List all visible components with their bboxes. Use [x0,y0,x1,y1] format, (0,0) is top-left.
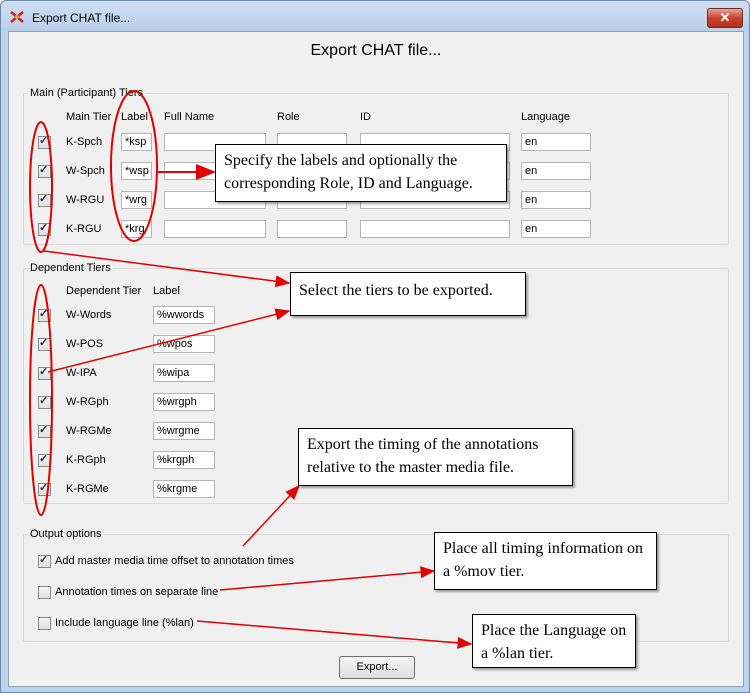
dependent-tier-checkbox[interactable] [38,452,51,467]
dependent-tier-label-field[interactable]: %wrgme [153,422,215,440]
title-bar[interactable]: Export CHAT file... ✕ [1,1,749,31]
id-field[interactable] [360,220,510,238]
tiers-callout: Select the tiers to be exported. [290,272,526,316]
main-tier-name: K-RGU [66,223,102,235]
header-dependent-tier: Dependent Tier [66,285,142,297]
language-field[interactable]: en [521,162,591,180]
time-offset-checkbox[interactable] [38,553,51,568]
dependent-tiers-group-label: Dependent Tiers [28,262,113,274]
full-name-field[interactable] [164,220,266,238]
dependent-tier-name: W-IPA [66,367,97,379]
language-field[interactable]: en [521,133,591,151]
main-tier-label-field[interactable]: *ksp [121,133,152,151]
main-tier-checkbox[interactable] [38,163,51,178]
main-tiers-group-label: Main (Participant) Tiers [28,87,146,99]
main-tier-name: K-Spch [66,136,103,148]
lan-callout: Place the Language on a %lan tier. [472,614,636,668]
dependent-tier-name: W-Words [66,309,112,321]
dependent-tier-checkbox[interactable] [38,481,51,496]
time-offset-label: Add master media time offset to annotati… [55,555,294,567]
header-id: ID [360,111,371,123]
language-field[interactable]: en [521,191,591,209]
language-line-checkbox[interactable] [38,617,51,630]
role-field[interactable] [277,220,347,238]
dependent-tier-label-field[interactable]: %wrgph [153,393,215,411]
mov-callout: Place all timing information on a %mov t… [434,532,657,590]
dependent-tier-checkbox[interactable] [38,307,51,322]
dependent-tier-name: W-RGMe [66,425,112,437]
dependent-tier-checkbox[interactable] [38,423,51,438]
dependent-tier-checkbox[interactable] [38,336,51,351]
dependent-tier-label-field[interactable]: %krgme [153,480,215,498]
timing-callout: Export the timing of the annotations rel… [298,428,573,486]
window-title: Export CHAT file... [32,11,131,25]
header-dependent-label: Label [153,285,180,297]
header-full-name: Full Name [164,111,215,123]
main-tier-checkbox[interactable] [38,192,51,207]
language-line-label: Include language line (%lan) [55,617,194,629]
dependent-tier-name: K-RGMe [66,483,109,495]
close-icon: ✕ [719,10,731,25]
dependent-tier-label-field[interactable]: %krgph [153,451,215,469]
separate-line-checkbox[interactable] [38,586,51,599]
main-tier-checkbox[interactable] [38,221,51,236]
dependent-tier-checkbox[interactable] [38,394,51,409]
export-button[interactable]: Export... [339,656,415,679]
close-button[interactable]: ✕ [707,8,743,28]
header-main-tier: Main Tier [66,111,112,123]
dependent-tier-name: K-RGph [66,454,106,466]
main-tier-label-field[interactable]: *krg [121,220,152,238]
dependent-tier-checkbox[interactable] [38,365,51,380]
dependent-tier-name: W-POS [66,338,104,350]
main-tier-label-field[interactable]: *wrg [121,191,152,209]
output-options-group-label: Output options [28,528,104,540]
header-language: Language [521,111,570,123]
elan-app-icon [10,11,24,23]
main-tier-label-field[interactable]: *wsp [121,162,152,180]
main-tier-name: W-Spch [66,165,105,177]
dependent-tier-label-field[interactable]: %wwords [153,306,215,324]
dialog-heading: Export CHAT file... [310,42,442,59]
header-role: Role [277,111,300,123]
separate-line-label: Annotation times on separate line [55,586,219,598]
language-field[interactable]: en [521,220,591,238]
main-tier-checkbox[interactable] [38,134,51,149]
header-label: Label [121,111,148,123]
main-tier-name: W-RGU [66,194,105,206]
dependent-tier-label-field[interactable]: %wpos [153,335,215,353]
labels-callout: Specify the labels and optionally the co… [215,144,507,202]
dependent-tier-name: W-RGph [66,396,109,408]
dependent-tier-label-field[interactable]: %wipa [153,364,215,382]
